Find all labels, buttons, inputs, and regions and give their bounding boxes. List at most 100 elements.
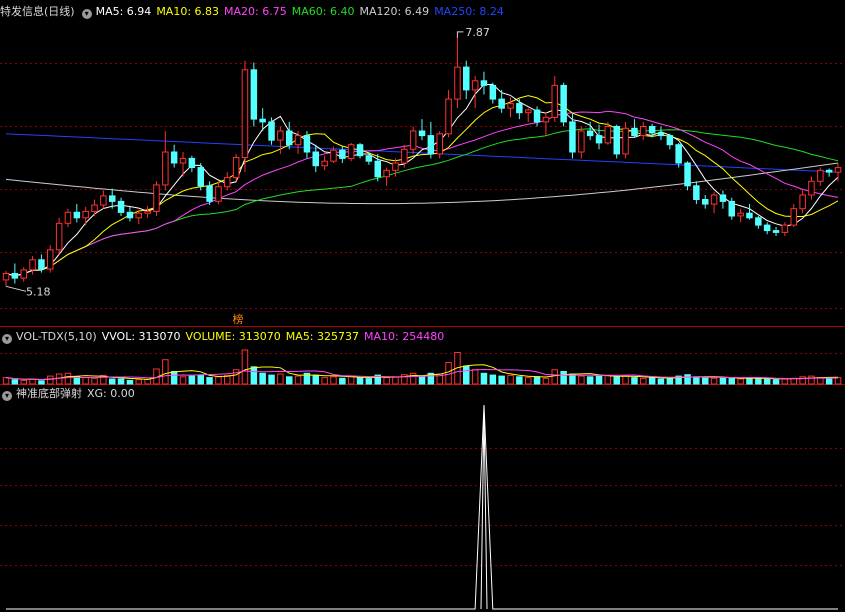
- volume-bar-down: [126, 379, 134, 385]
- volume-bar-down: [418, 375, 426, 385]
- candle-up: [294, 135, 302, 146]
- candle-up: [737, 212, 744, 217]
- volume-indicator-title[interactable]: VOL-TDX(5,10): [16, 330, 97, 343]
- volume-bar-down: [312, 374, 319, 385]
- candle-down: [569, 121, 576, 153]
- candle-down: [763, 224, 771, 232]
- candle-down: [489, 84, 497, 100]
- volume-panel-header: ▾ VOL-TDX(5,10) VVOL: 313070 VOLUME: 313070…: [0, 329, 454, 345]
- volume-settings-icon[interactable]: ▾: [2, 334, 12, 344]
- volume-bar-up: [383, 377, 390, 385]
- volume-bar-down: [825, 377, 833, 385]
- volume-bar-up: [232, 369, 240, 385]
- volume-bar-up: [135, 379, 142, 385]
- volume-bar-down: [728, 378, 735, 385]
- candle-down: [825, 169, 833, 173]
- candle-up: [604, 126, 612, 144]
- candle-down: [693, 185, 700, 201]
- volume-bar-down: [613, 376, 620, 385]
- volume-bar-up: [20, 379, 27, 385]
- volume-bar-up: [781, 378, 789, 385]
- candle-up: [241, 69, 249, 158]
- volume-bar-down: [657, 378, 665, 385]
- volume-bar-down: [772, 379, 780, 385]
- candle-up: [20, 269, 27, 279]
- chart-canvas[interactable]: 7.87 5.18: [0, 0, 845, 612]
- signal-panel-header: ▾ 神准底部弹射 XG: 0.00: [0, 386, 145, 402]
- volume-bar-up: [2, 377, 10, 385]
- volume-bar-down: [763, 378, 771, 385]
- candle-down: [206, 185, 213, 202]
- signal-settings-icon[interactable]: ▾: [2, 391, 12, 401]
- candle-down: [418, 130, 426, 137]
- high-marker-line: [456, 31, 464, 38]
- candle-down: [702, 199, 709, 205]
- volume-bar-up: [622, 375, 629, 385]
- signal-line: [6, 404, 838, 610]
- volume-bar-down: [631, 377, 638, 385]
- stock-chart-window: 7.87 5.18 特发信息(日线) ▾ MA5: 6.94 MA10: 6.83 MA2…: [0, 0, 845, 612]
- candle-up: [409, 130, 417, 150]
- volume-bar-up: [47, 375, 54, 385]
- candle-up: [82, 210, 89, 219]
- candle-up: [401, 148, 408, 164]
- volume-bar-down: [170, 371, 178, 385]
- volume-legend-item-2: MA5: 325737: [285, 330, 360, 343]
- candle-up: [817, 169, 824, 182]
- volume-bar-down: [666, 377, 674, 385]
- candle-up: [790, 208, 797, 226]
- candle-down: [533, 109, 541, 123]
- ma-legend-item-0: MA5: 6.94: [95, 5, 152, 18]
- candle-up: [578, 130, 585, 153]
- candle-up: [321, 160, 328, 167]
- volume-bar-down: [11, 379, 19, 385]
- volume-legend-item-1: VOLUME: 313070: [185, 330, 281, 343]
- candle-down: [480, 80, 488, 86]
- volume-bar-down: [693, 376, 700, 385]
- ma-legend-item-4: MA120: 6.49: [359, 5, 430, 18]
- volume-bar-up: [737, 378, 744, 385]
- volume-bar-down: [533, 376, 541, 385]
- candle-up: [100, 195, 107, 206]
- candle-up: [445, 98, 452, 135]
- signal-indicator-title[interactable]: 神准底部弹射: [16, 387, 82, 400]
- candle-down: [303, 135, 311, 153]
- volume-bar-down: [365, 378, 373, 385]
- candle-up: [471, 80, 479, 91]
- volume-bar-down: [746, 377, 753, 385]
- settings-circle-icon[interactable]: ▾: [81, 9, 92, 19]
- volume-bar-down: [339, 377, 346, 385]
- candle-up: [392, 162, 399, 171]
- candle-up: [383, 169, 390, 178]
- stock-title[interactable]: 特发信息(日线): [0, 5, 75, 18]
- volume-legend: VVOL: 313070 VOLUME: 313070 MA5: 325737 MA1…: [102, 330, 450, 343]
- candle-down: [73, 211, 81, 219]
- volume-bar-down: [480, 372, 488, 385]
- candle-up: [55, 222, 63, 251]
- candle-up: [436, 133, 443, 155]
- candle-down: [772, 230, 780, 233]
- main-panel-header: 特发信息(日线) ▾ MA5: 6.94 MA10: 6.83 MA20: 6.75 MA…: [0, 4, 514, 20]
- volume-bar-up: [144, 378, 151, 385]
- volume-bar-up: [330, 376, 337, 385]
- candle-up: [834, 167, 842, 173]
- volume-bar-up: [542, 377, 550, 385]
- candle-up: [640, 126, 647, 137]
- list-badge[interactable]: 榜: [231, 313, 245, 327]
- ma-legend-item-1: MA10: 6.83: [156, 5, 220, 18]
- volume-legend-item-0: VVOL: 313070: [101, 330, 181, 343]
- candle-up: [454, 66, 461, 100]
- candle-down: [684, 162, 691, 187]
- low-marker-line: [5, 285, 27, 292]
- volume-bar-up: [604, 374, 612, 385]
- volume-bar-down: [206, 377, 213, 385]
- candle-down: [728, 200, 735, 217]
- candle-down: [666, 135, 674, 146]
- signal-legend: XG: 0.00: [87, 387, 140, 400]
- candle-down: [586, 130, 594, 137]
- volume-bar-down: [268, 374, 275, 385]
- candle-up: [330, 149, 337, 162]
- candle-down: [595, 135, 603, 144]
- candle-down: [631, 127, 638, 137]
- candle-up: [507, 103, 514, 109]
